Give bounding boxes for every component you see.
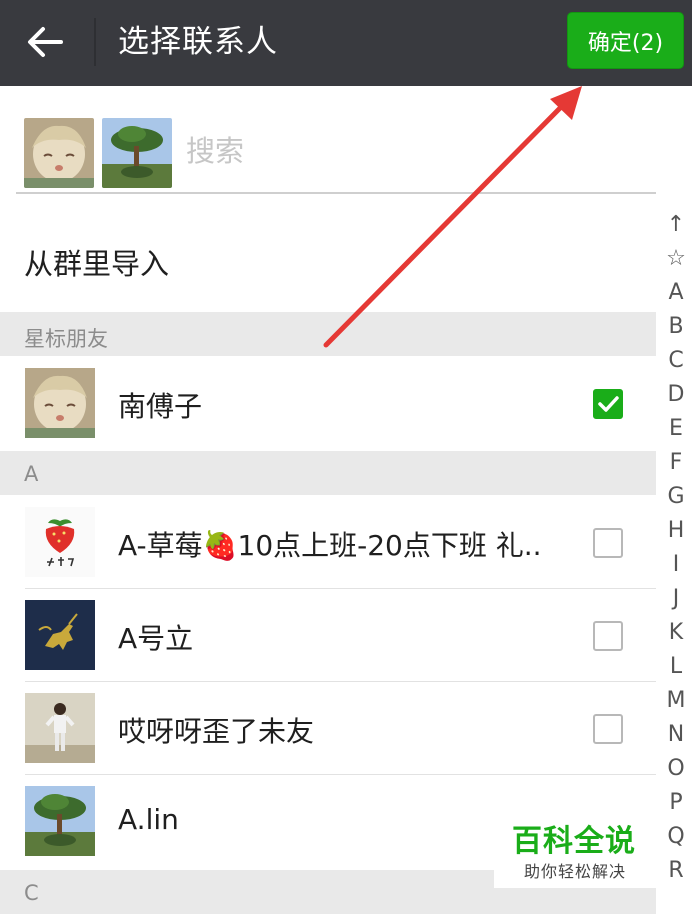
back-button[interactable]: [14, 14, 76, 70]
index-letter[interactable]: A: [660, 276, 692, 310]
index-letter[interactable]: H: [660, 514, 692, 548]
selected-avatar-tree[interactable]: [102, 118, 172, 188]
index-letter[interactable]: O: [660, 752, 692, 786]
index-letter[interactable]: L: [660, 650, 692, 684]
index-letter[interactable]: C: [660, 344, 692, 378]
index-letter[interactable]: ↑: [660, 208, 692, 242]
section-label-starred: 星标朋友: [24, 327, 108, 351]
import-from-group-label: 从群里导入: [24, 247, 170, 281]
contact-row[interactable]: A-草莓🍓10点上班-20点下班 礼..: [0, 496, 656, 589]
index-letter[interactable]: B: [660, 310, 692, 344]
top-bar: 选择联系人 确定(2): [0, 0, 692, 86]
index-letter[interactable]: K: [660, 616, 692, 650]
index-letter[interactable]: ☆: [660, 242, 692, 276]
contact-checkbox[interactable]: [593, 714, 623, 744]
tree-photo-avatar-icon: [25, 786, 95, 856]
import-from-group-item[interactable]: 从群里导入: [0, 196, 656, 310]
tree-photo-avatar-icon: [102, 118, 172, 188]
confirm-button[interactable]: 确定(2): [567, 12, 684, 69]
avatar: [25, 600, 95, 670]
contact-row[interactable]: 南傅子: [0, 357, 656, 450]
index-letter[interactable]: F: [660, 446, 692, 480]
page-title: 选择联系人: [118, 24, 278, 60]
contact-row[interactable]: 哎呀呀歪了未友: [0, 682, 656, 775]
selected-avatar-anime[interactable]: [24, 118, 94, 188]
contact-name: A号立: [118, 622, 194, 655]
index-letter[interactable]: N: [660, 718, 692, 752]
anime-girl-avatar-icon: [24, 118, 94, 188]
anime-girl-avatar-icon: [25, 368, 95, 438]
section-label-c: C: [24, 881, 39, 905]
contact-checkbox[interactable]: [593, 528, 623, 558]
avatar: [25, 507, 95, 577]
search-bar: [16, 96, 656, 194]
section-header-a: A: [0, 451, 656, 495]
alphabet-index-bar[interactable]: ↑ ☆ A B C D E F G H I J K L M N O P Q R: [660, 208, 692, 888]
watermark-logo: 百科全说 助你轻松解决: [494, 812, 666, 888]
contact-name: 南傅子: [118, 390, 203, 423]
index-letter[interactable]: G: [660, 480, 692, 514]
contact-checkbox-checked[interactable]: [593, 389, 623, 419]
section-label-a: A: [24, 462, 39, 486]
contact-checkbox[interactable]: [593, 621, 623, 651]
index-letter[interactable]: E: [660, 412, 692, 446]
index-letter[interactable]: M: [660, 684, 692, 718]
index-letter[interactable]: J: [660, 582, 692, 616]
avatar: [25, 786, 95, 856]
section-header-starred: 星标朋友: [0, 312, 656, 356]
contact-row[interactable]: A号立: [0, 589, 656, 682]
watermark-main-text: 百科全说: [512, 824, 636, 859]
index-letter[interactable]: D: [660, 378, 692, 412]
avatar: [25, 368, 95, 438]
polo-horse-avatar-icon: [25, 600, 95, 670]
contact-name: A-草莓🍓10点上班-20点下班 礼..: [118, 529, 542, 562]
avatar: [25, 693, 95, 763]
checkmark-icon: [598, 396, 619, 412]
contact-name: A.lin: [118, 803, 179, 836]
index-letter[interactable]: I: [660, 548, 692, 582]
contact-name: 哎呀呀歪了未友: [118, 715, 315, 748]
person-photo-avatar-icon: [25, 693, 95, 763]
back-arrow-icon: [28, 27, 63, 57]
search-input[interactable]: [186, 128, 586, 174]
strawberry-avatar-icon: [25, 507, 95, 577]
watermark-sub-text: 助你轻松解决: [524, 862, 627, 881]
header-divider: [94, 18, 96, 66]
